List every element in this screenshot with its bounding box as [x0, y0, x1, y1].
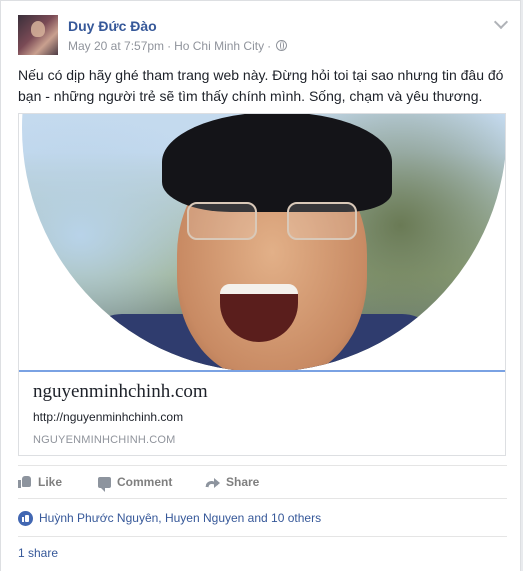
link-preview-image[interactable]	[19, 114, 505, 372]
post-meta: May 20 at 7:57pm · Ho Chi Minh City ·	[68, 39, 288, 53]
post-date[interactable]: May 20 at 7:57pm	[68, 39, 164, 53]
chevron-down-icon[interactable]	[493, 14, 509, 30]
like-label: Like	[38, 475, 63, 489]
link-title[interactable]: nguyenminhchinh.com	[33, 381, 208, 403]
author-name[interactable]: Duy Đức Đào	[68, 18, 157, 34]
divider	[18, 498, 507, 499]
globe-icon[interactable]	[276, 40, 288, 51]
like-button[interactable]: Like	[18, 471, 62, 493]
divider	[18, 465, 507, 466]
meta-separator: ·	[267, 39, 272, 53]
thumbs-up-icon	[18, 476, 32, 488]
share-button[interactable]: Share	[206, 471, 259, 493]
profile-photo	[22, 114, 505, 372]
link-url: http://nguyenminhchinh.com	[33, 410, 184, 424]
post-header: Duy Đức Đào May 20 at 7:57pm · Ho Chi Minh…	[18, 14, 510, 55]
link-preview-accent	[19, 370, 505, 372]
divider	[18, 536, 507, 537]
meta-separator: ·	[167, 39, 172, 53]
link-domain: NGUYENMINHCHINH.COM	[33, 434, 176, 446]
photo-glasses	[187, 202, 357, 242]
link-preview-card[interactable]: nguyenminhchinh.com http://nguyenminhchi…	[18, 113, 506, 456]
shares-count[interactable]: 1 share	[18, 546, 58, 560]
share-label: Share	[226, 475, 260, 489]
share-icon	[206, 476, 220, 488]
reactions-summary[interactable]: Huỳnh Phước Nguyên, Huyen Nguyen and 10 …	[18, 509, 321, 527]
reactions-text[interactable]: Huỳnh Phước Nguyên, Huyen Nguyen and 10 …	[39, 511, 321, 525]
post-text: Nếu có dịp hãy ghé tham trang web này. Đ…	[18, 67, 504, 104]
comment-icon	[98, 476, 111, 492]
post-location[interactable]: Ho Chi Minh City	[174, 39, 264, 53]
like-badge-icon	[18, 510, 33, 526]
avatar[interactable]	[18, 15, 58, 55]
comment-button[interactable]: Comment	[98, 471, 172, 493]
photo-hair	[162, 114, 392, 212]
comment-label: Comment	[117, 475, 173, 489]
post-card: Duy Đức Đào May 20 at 7:57pm · Ho Chi Minh…	[0, 0, 521, 571]
